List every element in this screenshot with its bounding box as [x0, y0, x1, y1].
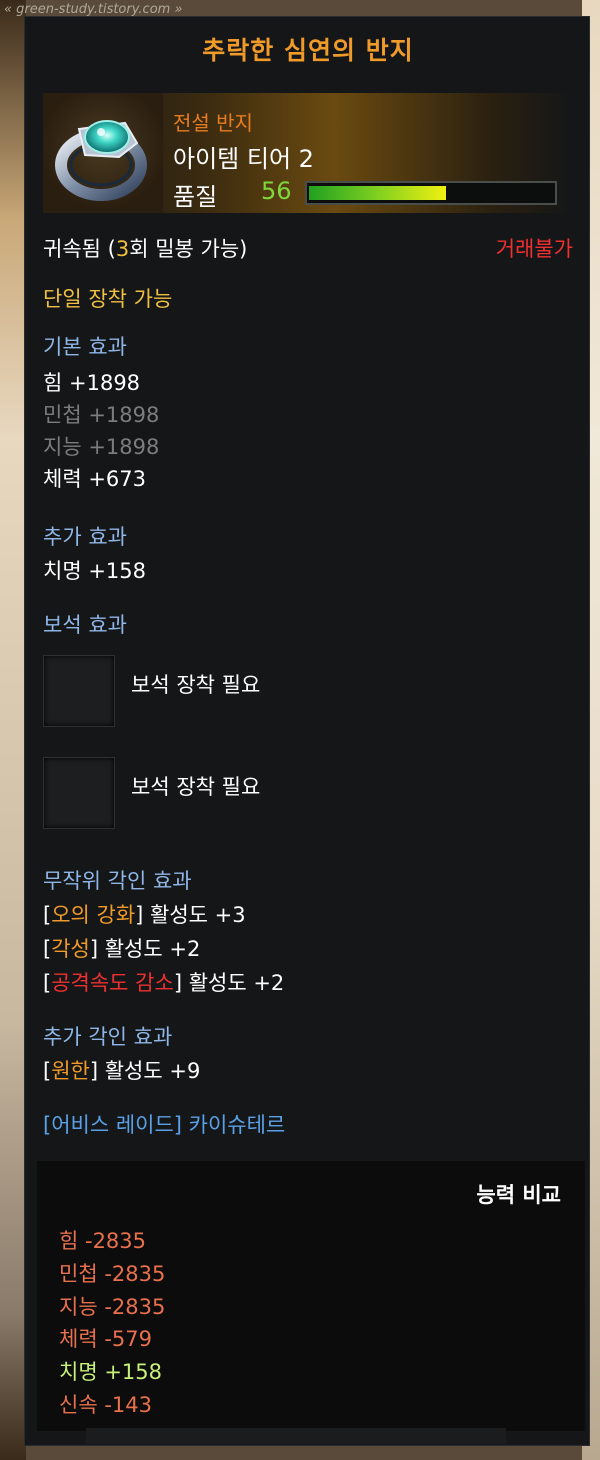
extra-engraving-heading: 추가 각인 효과 — [43, 1025, 173, 1049]
engraving-activation: 활성도 +2 — [188, 971, 285, 995]
base-stat-intelligence: 지능 +1898 — [43, 435, 160, 459]
engraving-name: 공격속도 감소 — [51, 971, 174, 995]
quality-bar — [305, 181, 557, 205]
compare-line: 체력 -579 — [59, 1327, 152, 1351]
engraving-line: [오의 강화] 활성도 +3 — [43, 903, 246, 927]
engraving-line: [공격속도 감소] 활성도 +2 — [43, 971, 285, 995]
extra-stat-crit: 치명 +158 — [43, 559, 146, 583]
item-tooltip: 추락한 심연의 반지 전설 반지 아이템 티어 2 품질 56 귀속됨 (3회 … — [24, 16, 590, 1446]
compare-line: 신속 -143 — [59, 1393, 152, 1417]
item-icon-frame — [43, 93, 163, 213]
trade-status: 거래불가 — [495, 237, 573, 261]
base-stat-vitality: 체력 +673 — [43, 467, 146, 491]
compare-title: 능력 비교 — [476, 1183, 561, 1207]
extra-effect-heading: 추가 효과 — [43, 525, 127, 549]
gem-slot-2[interactable] — [43, 757, 115, 829]
engraving-activation: 활성도 +2 — [104, 937, 201, 961]
random-engraving-heading: 무작위 각인 효과 — [43, 869, 192, 893]
gem-slot-1-label: 보석 장착 필요 — [131, 673, 261, 697]
item-header: 전설 반지 아이템 티어 2 품질 56 — [43, 93, 573, 213]
compare-line: 민첩 -2835 — [59, 1262, 166, 1286]
item-source: [어비스 레이드] 카이슈테르 — [43, 1113, 286, 1137]
equip-limit: 단일 장착 가능 — [43, 287, 173, 311]
quality-bar-fill — [309, 186, 446, 200]
item-grade: 전설 반지 — [173, 111, 253, 135]
engraving-name: 원한 — [51, 1059, 90, 1083]
gem-slot-1[interactable] — [43, 655, 115, 727]
gem-slot-2-label: 보석 장착 필요 — [131, 775, 261, 799]
base-stat-strength: 힘 +1898 — [43, 371, 141, 395]
engraving-activation: 활성도 +3 — [150, 903, 246, 927]
compare-line: 지능 -2835 — [59, 1295, 166, 1319]
gem-effect-heading: 보석 효과 — [43, 613, 127, 637]
item-name: 추락한 심연의 반지 — [202, 36, 414, 65]
engraving-line: [원한] 활성도 +9 — [43, 1059, 201, 1083]
bottom-bar — [86, 1428, 506, 1444]
ring-icon — [55, 120, 147, 201]
background-left — [0, 0, 26, 1460]
binding-suffix: 회 밀봉 가능) — [129, 237, 248, 261]
stat-compare-panel: 능력 비교 힘 -2835 민첩 -2835 지능 -2835 체력 -579 … — [37, 1161, 585, 1431]
binding-status: 귀속됨 (3회 밀봉 가능) — [43, 233, 247, 263]
compare-line: 치명 +158 — [59, 1360, 162, 1384]
item-tier: 아이템 티어 2 — [173, 145, 314, 173]
quality-value: 56 — [261, 177, 292, 205]
quality-label: 품질 — [173, 183, 218, 211]
engraving-activation: 활성도 +9 — [104, 1059, 201, 1083]
compare-line: 힘 -2835 — [59, 1229, 147, 1253]
engraving-name: 오의 강화 — [51, 903, 136, 927]
engraving-line: [각성] 활성도 +2 — [43, 937, 201, 961]
watermark: « green-study.tistory.com » — [4, 2, 183, 17]
base-stat-dexterity: 민첩 +1898 — [43, 403, 160, 427]
base-effect-heading: 기본 효과 — [43, 335, 127, 359]
engraving-name: 각성 — [51, 937, 90, 961]
seal-count: 3 — [115, 237, 130, 261]
binding-prefix: 귀속됨 ( — [43, 237, 116, 261]
